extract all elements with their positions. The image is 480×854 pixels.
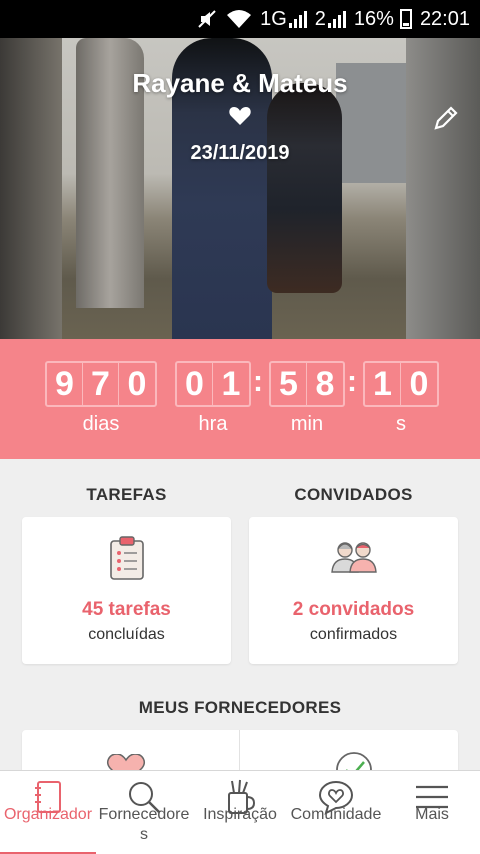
tasks-sub: concluídas xyxy=(88,626,165,643)
days-label: dias xyxy=(82,413,120,435)
pencil-icon[interactable] xyxy=(432,104,460,132)
nav-comunidade[interactable]: Comunidade xyxy=(288,771,384,854)
heart-icon xyxy=(229,107,251,125)
days-digit: 7 xyxy=(83,363,119,405)
network-2-label: 2 xyxy=(314,7,326,30)
guests-card[interactable]: 2 convidados confirmados xyxy=(249,517,458,664)
minutes-digit: 8 xyxy=(315,365,335,403)
wedding-date: 23/11/2019 xyxy=(190,142,290,164)
guests-heading: CONVIDADOS xyxy=(294,485,413,504)
seconds-digit: 0 xyxy=(409,365,429,403)
countdown-seconds: 1 0 xyxy=(363,361,439,407)
hours-digit: 1 xyxy=(221,365,241,403)
time-separator: : xyxy=(253,365,263,398)
tasks-count: 45 tarefas xyxy=(82,599,171,620)
nav-organizador[interactable]: Organizador xyxy=(0,771,96,854)
nav-fornecedores-label: Fornecedores xyxy=(98,806,190,843)
countdown-minutes: 5 8 xyxy=(269,361,345,407)
time-separator: : xyxy=(347,365,357,398)
tasks-card[interactable]: 45 tarefas concluídas xyxy=(22,517,231,664)
signal-2-icon xyxy=(327,10,346,28)
days-digit: 9 xyxy=(47,363,83,405)
tasks-heading: TAREFAS xyxy=(86,485,167,504)
nav-inspiracao-label: Inspiração xyxy=(203,806,277,823)
couple-icon xyxy=(331,542,377,573)
network-1-label: 1G xyxy=(260,7,287,30)
minutes-label: min xyxy=(290,413,324,435)
seconds-label: s xyxy=(396,413,406,435)
battery-icon xyxy=(399,9,412,29)
seconds-digit: 1 xyxy=(365,363,401,405)
hours-label: hra xyxy=(198,413,228,435)
countdown-days: 9 7 0 xyxy=(45,361,157,407)
nav-mais-label: Mais xyxy=(415,806,449,823)
signal-icon xyxy=(288,10,307,28)
couple-photo-header: Rayane & Mateus 23/11/2019 xyxy=(0,38,480,339)
nav-inspiracao[interactable]: Inspiração xyxy=(192,771,288,854)
status-bar: 1G 2 16% 22:01 xyxy=(0,0,480,38)
vendors-heading: MEUS FORNECEDORES xyxy=(138,698,342,717)
couple-names: Rayane & Mateus xyxy=(132,68,348,98)
guests-count: 2 convidados xyxy=(292,599,415,620)
battery-percent: 16% xyxy=(353,7,394,30)
countdown-panel: 9 7 0 0 1 : 5 8 : 1 0 dias hra min s xyxy=(0,339,480,459)
clipboard-checklist-icon xyxy=(110,536,144,580)
mute-icon xyxy=(196,8,218,30)
nav-comunidade-label: Comunidade xyxy=(290,806,382,823)
bottom-navigation: Organizador Fornecedores Inspiração Comu… xyxy=(0,770,480,854)
wifi-icon xyxy=(226,9,252,29)
nav-organizador-label: Organizador xyxy=(3,806,93,823)
guests-sub: confirmados xyxy=(309,626,398,643)
nav-mais[interactable]: Mais xyxy=(384,771,480,854)
clock: 22:01 xyxy=(419,7,470,30)
nav-fornecedores[interactable]: Fornecedores xyxy=(96,771,192,854)
days-digit: 0 xyxy=(127,365,147,403)
hours-digit: 0 xyxy=(177,363,213,405)
minutes-digit: 5 xyxy=(271,363,307,405)
photo-person-2 xyxy=(267,83,342,293)
countdown-hours: 0 1 xyxy=(175,361,251,407)
